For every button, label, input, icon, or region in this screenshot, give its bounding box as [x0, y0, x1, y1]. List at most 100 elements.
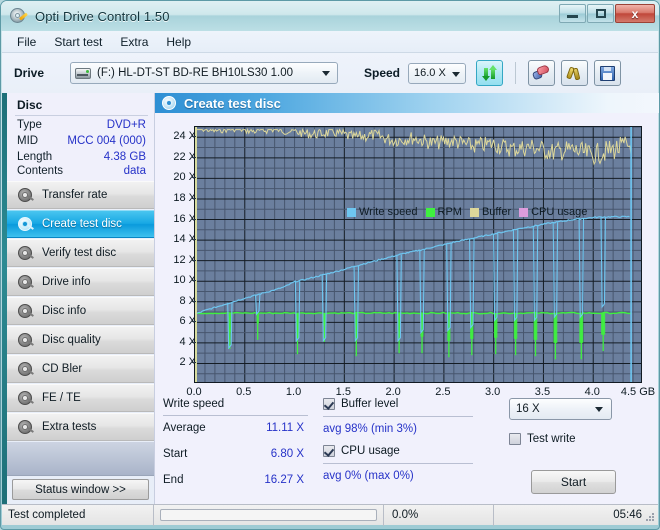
main-panel: Create test disc 2 X4 X6 X8 X 10 X 12 X 14 … — [154, 93, 659, 504]
sidebar-item-label: Extra tests — [42, 421, 97, 433]
chevron-down-icon — [322, 71, 330, 76]
sidebar-item-label: FE / TE — [42, 392, 81, 404]
test-write-checkbox[interactable] — [509, 433, 521, 445]
window-title: Opti Drive Control 1.50 — [35, 8, 170, 24]
chevron-down-icon — [595, 407, 603, 412]
disc-drive-icon — [18, 274, 34, 290]
disc-row-mid: MID MCC 004 (000) — [15, 135, 148, 151]
test-write-checkbox-row[interactable]: Test write — [509, 433, 653, 445]
maximize-button[interactable] — [587, 4, 614, 23]
disc-write-icon — [18, 216, 34, 232]
erase-disc-icon — [531, 64, 551, 81]
divider — [323, 463, 473, 464]
erase-disc-button[interactable] — [528, 60, 556, 86]
save-icon — [600, 65, 616, 81]
sidebar-item-fe-te[interactable]: FE / TE — [7, 384, 154, 412]
stat-row-average: Average 11.11 X — [163, 416, 308, 442]
y-tick-mark — [192, 300, 196, 302]
close-icon: x — [631, 6, 639, 21]
close-button[interactable]: x — [615, 4, 655, 23]
refresh-icon — [482, 64, 498, 81]
stat-row-end: End 16.27 X — [163, 468, 308, 494]
disc-row-key: Type — [17, 119, 42, 131]
toolbar-divider — [515, 62, 517, 84]
sidebar-item-extra-tests[interactable]: Extra tests — [7, 413, 154, 441]
y-tick-mark — [192, 239, 196, 241]
y-tick-mark — [192, 321, 196, 323]
sidebar-item-create-test-disc[interactable]: Create test disc — [7, 210, 154, 238]
x-tick-label: 4.5 GB — [620, 386, 656, 398]
app-disc-icon — [10, 7, 28, 25]
buffer-level-checkbox-row[interactable]: Buffer level — [323, 398, 473, 410]
elapsed-time: 05:46 — [613, 509, 642, 521]
speed-select[interactable]: 16.0 X — [408, 62, 467, 84]
tools-button[interactable] — [561, 60, 589, 86]
status-window-button[interactable]: Status window >> — [12, 479, 149, 500]
disc-bler-icon — [18, 361, 34, 377]
sidebar-item-verify-test-disc[interactable]: Verify test disc — [7, 239, 154, 267]
save-button[interactable] — [594, 60, 622, 86]
window-controls: x — [559, 4, 655, 23]
legend-swatch-icon — [519, 207, 529, 217]
x-tick-label: 2.0 — [385, 386, 401, 398]
divider — [323, 416, 473, 417]
chart-legend: Write speed RPM Buffer CPU usage — [347, 206, 591, 218]
drive-label: Drive — [14, 66, 45, 80]
sidebar-item-cd-bler[interactable]: CD Bler — [7, 355, 154, 383]
disc-panel-title: Disc — [17, 98, 43, 112]
resize-grip-icon[interactable] — [645, 512, 655, 522]
y-tick-mark — [192, 197, 196, 199]
sidebar-item-transfer-rate[interactable]: Transfer rate — [7, 181, 154, 209]
sidebar-item-label: Disc info — [42, 305, 87, 317]
y-tick-mark — [192, 177, 196, 179]
menu-file[interactable]: File — [8, 33, 45, 51]
minimize-button[interactable] — [559, 4, 586, 23]
menu-extra[interactable]: Extra — [111, 33, 157, 51]
cpu-usage-checkbox-row[interactable]: CPU usage — [323, 445, 473, 457]
refresh-button[interactable] — [476, 60, 504, 86]
sidebar-item-label: Drive info — [42, 276, 91, 288]
disc-row-value: DVD+R — [106, 119, 146, 131]
disc-transfer-icon — [18, 187, 34, 203]
buffer-level-value: avg 98% (min 3%) — [323, 423, 417, 435]
stat-value: 16.27 X — [264, 474, 304, 486]
legend-label: Buffer — [481, 206, 512, 218]
legend-label: CPU usage — [531, 206, 588, 218]
sidebar-item-label: Verify test disc — [42, 247, 117, 259]
legend-swatch-icon — [469, 207, 479, 217]
target-speed-select[interactable]: 16 X — [509, 398, 612, 420]
menu-start-test[interactable]: Start test — [45, 33, 111, 51]
speed-label: Speed — [364, 66, 401, 80]
legend-swatch-icon — [347, 207, 356, 217]
x-tick-label: 2.5 — [435, 386, 451, 398]
chart-plot-area[interactable] — [194, 126, 642, 383]
sidebar-item-disc-info[interactable]: Disc info — [7, 297, 154, 325]
buffer-level-checkbox[interactable] — [323, 398, 335, 410]
disc-verify-icon — [18, 245, 34, 261]
x-tick-label: 0.5 — [236, 386, 252, 398]
disc-row-value: 4.38 GB — [103, 151, 146, 163]
drive-select[interactable]: (F:) HL-DT-ST BD-RE BH10LS30 1.00 — [70, 62, 338, 84]
sidebar-item-label: Create test disc — [42, 218, 122, 230]
sidebar-item-label: Transfer rate — [42, 189, 108, 201]
start-button[interactable]: Start — [531, 470, 616, 494]
stat-key: Average — [163, 422, 206, 434]
menu-help[interactable]: Help — [157, 33, 200, 51]
disc-fete-icon — [18, 390, 34, 406]
stat-value: 11.11 X — [266, 422, 304, 434]
write-speed-chart: 2 X4 X6 X8 X 10 X 12 X 14 X 16 X 18 X 20 X 22 X… — [155, 93, 659, 398]
y-tick-mark — [192, 259, 196, 261]
sidebar-nav: Transfer rate Create test disc Verify te… — [7, 181, 154, 442]
cpu-usage-value: avg 0% (max 0%) — [323, 470, 414, 482]
x-tick-label: 3.5 — [534, 386, 551, 398]
status-message: Test completed — [2, 504, 154, 526]
sidebar-item-label: CD Bler — [42, 363, 83, 375]
x-tick-label: 1.5 — [335, 386, 351, 398]
tools-icon — [565, 66, 583, 81]
cpu-usage-checkbox[interactable] — [323, 445, 335, 457]
sidebar-item-drive-info[interactable]: Drive info — [7, 268, 154, 296]
disc-row-value: MCC 004 (000) — [67, 135, 146, 147]
divider — [15, 115, 148, 116]
sidebar-item-disc-quality[interactable]: Disc quality — [7, 326, 154, 354]
app-window: Opti Drive Control 1.50 x File Start tes… — [0, 0, 660, 530]
